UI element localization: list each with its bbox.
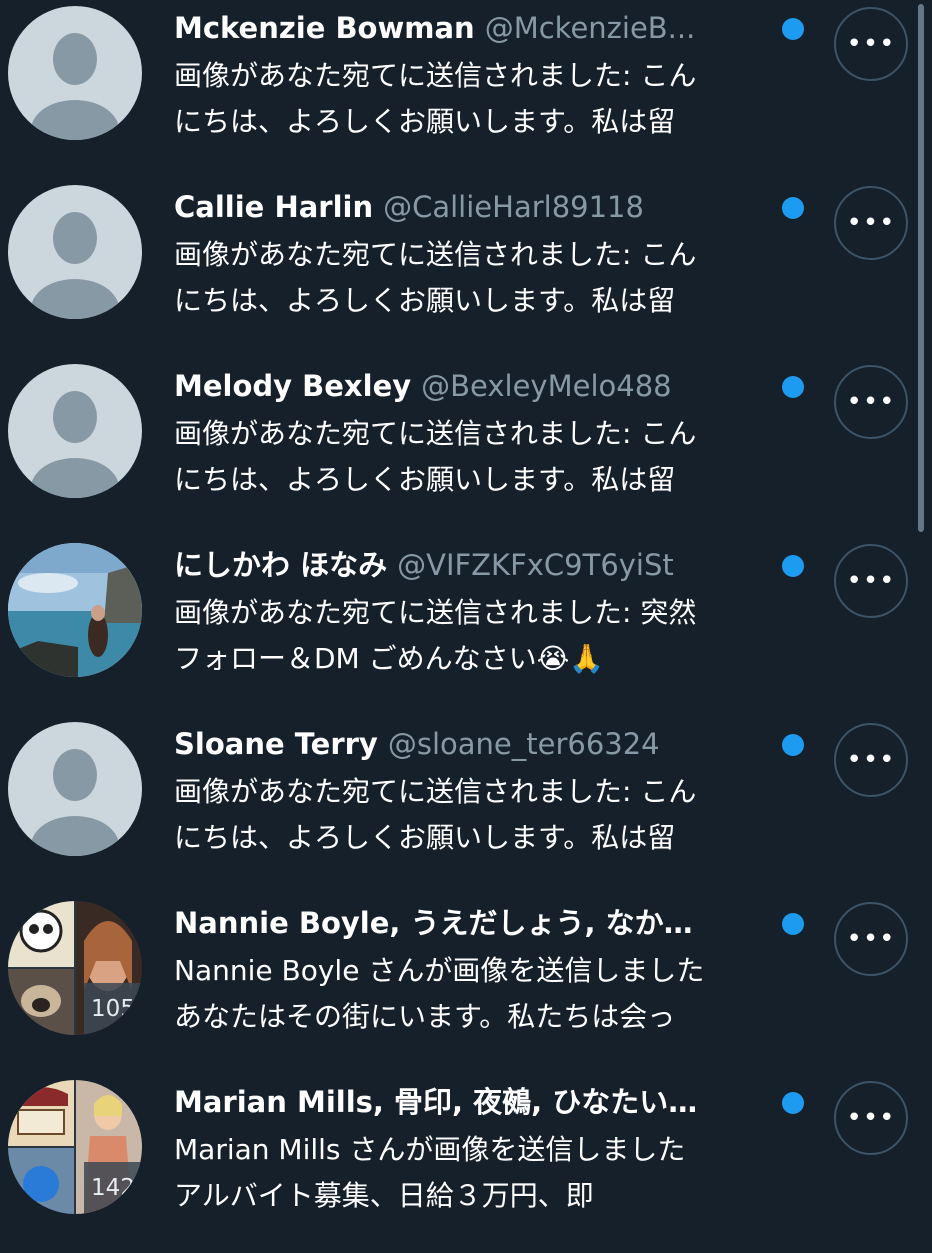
- sender-name: Sloane Terry: [174, 727, 378, 761]
- more-options-button[interactable]: •••: [834, 544, 908, 618]
- conversation-header: Melody Bexley @BexleyMelo488: [174, 368, 774, 404]
- message-preview: 画像があなた宛てに送信されました: 突然 フォロー＆DM ごめんなさい😭🙏: [174, 590, 814, 682]
- conversation-row-mckenzie-bowman[interactable]: Mckenzie Bowman @MckenzieB... 画像があなた宛てに送信…: [0, 0, 932, 179]
- default-avatar[interactable]: [8, 722, 142, 856]
- default-profile-icon: [31, 749, 119, 856]
- preview-line-2: にちは、よろしくお願いします。私は留: [174, 821, 676, 854]
- message-preview: Nannie Boyle さんが画像を送信しました あなたはその街にいます。私た…: [174, 948, 814, 1040]
- conversation-list: Mckenzie Bowman @MckenzieB... 画像があなた宛てに送信…: [0, 0, 932, 1253]
- sender-name: Melody Bexley: [174, 369, 412, 403]
- group-avatar[interactable]: 142: [8, 1080, 142, 1214]
- unread-dot: [782, 197, 804, 219]
- sender-name: Callie Harlin: [174, 190, 374, 224]
- group-avatar[interactable]: 105: [8, 901, 142, 1035]
- preview-line-1: 画像があなた宛てに送信されました: 突然: [174, 596, 697, 629]
- conversation-row-melody-bexley[interactable]: Melody Bexley @BexleyMelo488 画像があなた宛てに送信さ…: [0, 358, 932, 537]
- unread-dot: [782, 376, 804, 398]
- unread-dot: [782, 555, 804, 577]
- group-members-names: Marian Mills, 骨印, 夜鵺, ひなたい…: [174, 1085, 698, 1119]
- more-options-button[interactable]: •••: [834, 7, 908, 81]
- preview-line-2: あなたはその街にいます。私たちは会っ: [174, 1000, 676, 1033]
- member-count-badge: 142: [84, 1162, 142, 1214]
- default-profile-icon: [31, 391, 119, 498]
- more-options-button[interactable]: •••: [834, 365, 908, 439]
- preview-line-2: にちは、よろしくお願いします。私は留: [174, 105, 676, 138]
- scrollbar[interactable]: [918, 4, 924, 532]
- message-preview: 画像があなた宛てに送信されました: こん にちは、よろしくお願いします。私は留: [174, 769, 814, 861]
- message-preview: Marian Mills さんが画像を送信しました アルバイト募集、日給３万円、…: [174, 1127, 814, 1219]
- preview-line-1: Marian Mills さんが画像を送信しました: [174, 1133, 686, 1166]
- sender-handle: @sloane_ter66324: [387, 727, 660, 761]
- preview-line-1: 画像があなた宛てに送信されました: こん: [174, 59, 697, 92]
- sender-handle: @CallieHarl89118: [383, 190, 644, 224]
- conversation-row-group-nannie-boyle[interactable]: 105 Nannie Boyle, うえだしょう, なか… Nannie Boy…: [0, 895, 932, 1074]
- preview-line-1: 画像があなた宛てに送信されました: こん: [174, 417, 697, 450]
- group-members-names: Nannie Boyle, うえだしょう, なか…: [174, 906, 693, 940]
- unread-dot: [782, 18, 804, 40]
- more-options-button[interactable]: •••: [834, 1081, 908, 1155]
- preview-line-2: にちは、よろしくお願いします。私は留: [174, 463, 676, 496]
- default-avatar[interactable]: [8, 6, 142, 140]
- more-options-button[interactable]: •••: [834, 902, 908, 976]
- default-avatar[interactable]: [8, 185, 142, 319]
- conversation-header: Nannie Boyle, うえだしょう, なか…: [174, 905, 774, 941]
- unread-dot: [782, 734, 804, 756]
- preview-line-2: アルバイト募集、日給３万円、即: [174, 1179, 594, 1212]
- message-preview: 画像があなた宛てに送信されました: こん にちは、よろしくお願いします。私は留: [174, 53, 814, 145]
- more-options-button[interactable]: •••: [834, 186, 908, 260]
- message-preview: 画像があなた宛てに送信されました: こん にちは、よろしくお願いします。私は留: [174, 411, 814, 503]
- conversation-header: Marian Mills, 骨印, 夜鵺, ひなたい…: [174, 1084, 774, 1120]
- sender-handle: @MckenzieB...: [484, 11, 696, 45]
- preview-line-1: 画像があなた宛てに送信されました: こん: [174, 238, 697, 271]
- conversation-header: にしかわ ほなみ @VIFZKFxC9T6yiSt: [174, 547, 774, 583]
- member-count-badge: 105: [84, 983, 142, 1035]
- conversation-row-sloane-terry[interactable]: Sloane Terry @sloane_ter66324 画像があなた宛てに送信…: [0, 716, 932, 895]
- default-profile-icon: [31, 33, 119, 140]
- photo-avatar-seaside[interactable]: [8, 543, 142, 677]
- sender-handle: @VIFZKFxC9T6yiSt: [397, 548, 674, 582]
- more-options-button[interactable]: •••: [834, 723, 908, 797]
- conversation-row-callie-harlin[interactable]: Callie Harlin @CallieHarl89118 画像があなた宛てに送…: [0, 179, 932, 358]
- message-preview: 画像があなた宛てに送信されました: こん にちは、よろしくお願いします。私は留: [174, 232, 814, 324]
- sender-name: にしかわ ほなみ: [174, 548, 388, 582]
- conversation-header: Callie Harlin @CallieHarl89118: [174, 189, 774, 225]
- unread-dot: [782, 913, 804, 935]
- seaside-photo-icon: [8, 543, 142, 677]
- unread-dot: [782, 1092, 804, 1114]
- preview-line-2: にちは、よろしくお願いします。私は留: [174, 284, 676, 317]
- sender-handle: @BexleyMelo488: [421, 369, 672, 403]
- conversation-header: Mckenzie Bowman @MckenzieB...: [174, 10, 774, 46]
- conversation-row-group-marian-mills[interactable]: 142 Marian Mills, 骨印, 夜鵺, ひなたい… Marian M…: [0, 1074, 932, 1253]
- conversation-header: Sloane Terry @sloane_ter66324: [174, 726, 774, 762]
- default-profile-icon: [31, 212, 119, 319]
- default-avatar[interactable]: [8, 364, 142, 498]
- preview-line-1: Nannie Boyle さんが画像を送信しました: [174, 954, 705, 987]
- preview-line-2: フォロー＆DM ごめんなさい😭🙏: [174, 642, 605, 675]
- preview-line-1: 画像があなた宛てに送信されました: こん: [174, 775, 697, 808]
- sender-name: Mckenzie Bowman: [174, 11, 475, 45]
- conversation-row-nishikawa-honami[interactable]: にしかわ ほなみ @VIFZKFxC9T6yiSt 画像があなた宛てに送信されまし…: [0, 537, 932, 716]
